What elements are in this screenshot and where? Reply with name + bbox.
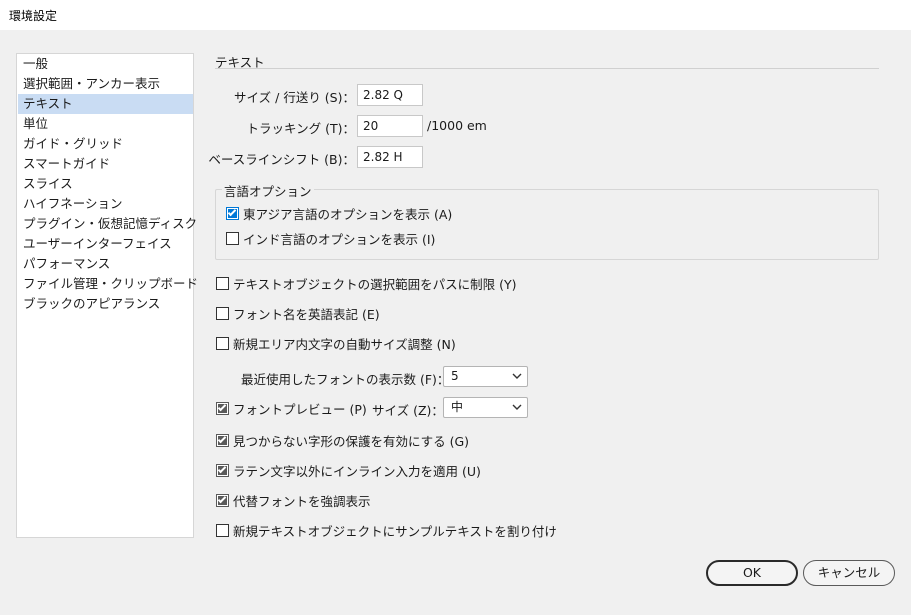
- tracking-unit: /1000 em: [427, 118, 487, 133]
- east-asian-checkbox[interactable]: [226, 206, 239, 220]
- category-list[interactable]: 一般 選択範囲・アンカー表示 テキスト 単位 ガイド・グリッド スマートガイド …: [16, 53, 198, 538]
- sidebar-item-selection-anchor[interactable]: 選択範囲・アンカー表示: [18, 74, 193, 94]
- title-bar: 環境設定: [0, 0, 911, 30]
- sidebar-item-plugins-scratch[interactable]: プラグイン・仮想記憶ディスク: [18, 214, 197, 234]
- limit-selection-label: テキストオブジェクトの選択範囲をパスに制限 (Y): [233, 276, 517, 292]
- inline-input-checkbox[interactable]: [216, 463, 229, 477]
- east-asian-label: 東アジア言語のオプションを表示 (A): [243, 206, 453, 222]
- preview-size-select[interactable]: 中: [443, 397, 528, 418]
- language-options-group: [215, 189, 879, 260]
- sidebar-item-guides-grid[interactable]: ガイド・グリッド: [18, 134, 193, 154]
- placeholder-text-row[interactable]: 新規テキストオブジェクトにサンプルテキストを割り付け: [216, 521, 557, 539]
- highlight-fonts-row[interactable]: 代替フォントを強調表示: [216, 491, 371, 509]
- sidebar-item-slices[interactable]: スライス: [18, 174, 193, 194]
- english-font-names-checkbox[interactable]: [216, 306, 229, 320]
- glyph-protection-label: 見つからない字形の保護を有効にする (G): [233, 433, 470, 449]
- auto-size-label: 新規エリア内文字の自動サイズ調整 (N): [233, 336, 456, 352]
- baseline-shift-field[interactable]: 2.82 H: [357, 146, 423, 168]
- tracking-label: トラッキング (T)：: [246, 121, 356, 136]
- east-asian-option-row[interactable]: 東アジア言語のオプションを表示 (A): [226, 204, 452, 222]
- sidebar-item-hyphenation[interactable]: ハイフネーション: [18, 194, 193, 214]
- indic-label: インド言語のオプションを表示 (I): [243, 231, 436, 247]
- sidebar-item-smart-guides[interactable]: スマートガイド: [18, 154, 193, 174]
- sidebar-item-performance[interactable]: パフォーマンス: [18, 254, 193, 274]
- section-divider: [215, 68, 879, 69]
- font-preview-row[interactable]: フォントプレビュー (P): [216, 399, 367, 417]
- auto-size-checkbox[interactable]: [216, 336, 229, 350]
- chevron-down-icon: [512, 404, 522, 410]
- limit-selection-row[interactable]: テキストオブジェクトの選択範囲をパスに制限 (Y): [216, 274, 517, 292]
- indic-option-row[interactable]: インド言語のオプションを表示 (I): [226, 229, 435, 247]
- english-font-names-label: フォント名を英語表記 (E): [233, 306, 380, 322]
- english-font-names-row[interactable]: フォント名を英語表記 (E): [216, 304, 380, 322]
- sidebar-item-type[interactable]: テキスト: [18, 94, 193, 114]
- language-options-legend: 言語オプション: [222, 181, 314, 200]
- glyph-protection-checkbox[interactable]: [216, 433, 229, 447]
- font-preview-checkbox[interactable]: [216, 401, 229, 415]
- recent-fonts-select[interactable]: 5: [443, 366, 528, 387]
- inline-input-row[interactable]: ラテン文字以外にインライン入力を適用 (U): [216, 461, 481, 479]
- highlight-fonts-label: 代替フォントを強調表示: [233, 493, 371, 509]
- preview-size-label: サイズ (Z)：: [372, 403, 444, 418]
- window-title: 環境設定: [9, 9, 58, 23]
- font-preview-label: フォントプレビュー (P): [233, 401, 367, 417]
- chevron-down-icon: [512, 373, 522, 379]
- sidebar-item-black-appearance[interactable]: ブラックのアピアランス: [18, 294, 193, 314]
- placeholder-text-label: 新規テキストオブジェクトにサンプルテキストを割り付け: [233, 523, 557, 539]
- sidebar-item-user-interface[interactable]: ユーザーインターフェイス: [18, 234, 193, 254]
- recent-fonts-label: 最近使用したフォントの表示数 (F)：: [241, 372, 450, 387]
- cancel-button[interactable]: キャンセル: [803, 560, 895, 586]
- sidebar-item-units[interactable]: 単位: [18, 114, 193, 134]
- recent-fonts-value: 5: [451, 369, 459, 383]
- auto-size-row[interactable]: 新規エリア内文字の自動サイズ調整 (N): [216, 334, 456, 352]
- indic-checkbox[interactable]: [226, 231, 239, 245]
- baseline-shift-label: ベースラインシフト (B)：: [208, 152, 355, 167]
- tracking-field[interactable]: 20: [357, 115, 423, 137]
- sidebar-item-general[interactable]: 一般: [18, 54, 193, 74]
- placeholder-text-checkbox[interactable]: [216, 523, 229, 537]
- limit-selection-checkbox[interactable]: [216, 276, 229, 290]
- ok-button[interactable]: OK: [706, 560, 798, 586]
- glyph-protection-row[interactable]: 見つからない字形の保護を有効にする (G): [216, 431, 469, 449]
- sidebar-item-file-handling[interactable]: ファイル管理・クリップボード: [18, 274, 198, 294]
- highlight-fonts-checkbox[interactable]: [216, 493, 229, 507]
- size-leading-label: サイズ / 行送り (S)：: [234, 90, 355, 105]
- inline-input-label: ラテン文字以外にインライン入力を適用 (U): [233, 463, 481, 479]
- preview-size-value: 中: [451, 400, 464, 414]
- size-leading-field[interactable]: 2.82 Q: [357, 84, 423, 106]
